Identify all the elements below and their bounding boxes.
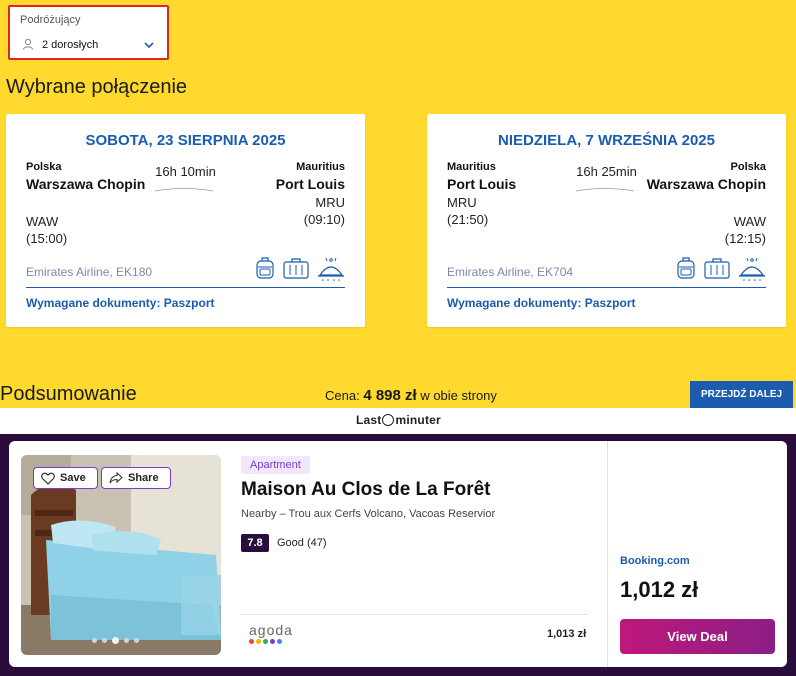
- meal-icon: [739, 257, 765, 281]
- price-line: Cena: 4 898 zł w obie strony: [325, 387, 497, 404]
- required-documents: Wymagane dokumenty: Paszport: [26, 296, 215, 310]
- photo-carousel-dots[interactable]: [92, 637, 139, 644]
- flight-card-return: NIEDZIELA, 7 WRZEŚNIA 2025 Mauritius Por…: [427, 114, 786, 327]
- booking-price: 1,012 zł: [620, 577, 699, 602]
- duration-arc: [154, 188, 214, 192]
- user-icon: [23, 38, 33, 50]
- carousel-dot[interactable]: [92, 638, 97, 643]
- agoda-price[interactable]: 1,013 zł: [547, 628, 586, 640]
- destination-code: MRU: [315, 195, 345, 210]
- booking-provider: Booking.com: [620, 555, 690, 567]
- suitcase-icon: [283, 258, 309, 279]
- view-deal-button[interactable]: View Deal: [620, 619, 775, 654]
- required-documents: Wymagane dokumenty: Paszport: [447, 296, 636, 310]
- travellers-label: Podróżujący: [20, 14, 81, 26]
- rating-text: Good (47): [277, 537, 327, 549]
- save-button[interactable]: Save: [33, 467, 98, 489]
- nearby-landmarks: Nearby – Trou aux Cerfs Volcano, Vacoas …: [241, 508, 496, 520]
- flight-card-outbound: SOBOTA, 23 SIERPNIA 2025 Polska Warszawa…: [6, 114, 365, 327]
- suitcase-icon: [704, 258, 730, 279]
- lastminute-logo[interactable]: Last minuter: [356, 413, 441, 427]
- carousel-dot[interactable]: [124, 638, 129, 643]
- price-suffix: w obie strony: [416, 388, 497, 403]
- travellers-value: 2 dorosłych: [42, 39, 99, 51]
- card-divider: [26, 287, 345, 288]
- ad-divider: [241, 614, 588, 615]
- heart-icon: [41, 472, 55, 485]
- carousel-dot[interactable]: [134, 638, 139, 643]
- price-amount: 4 898 zł: [363, 387, 417, 404]
- origin-code: WAW: [26, 214, 59, 229]
- carousel-dot-active[interactable]: [112, 637, 119, 644]
- flight-date: NIEDZIELA, 7 WRZEŚNIA 2025: [498, 132, 715, 149]
- summary-title: Podsumowanie: [0, 383, 137, 405]
- carousel-dot[interactable]: [102, 638, 107, 643]
- origin-code: MRU: [447, 195, 477, 210]
- chevron-down-icon: [144, 42, 154, 49]
- hotel-name[interactable]: Maison Au Clos de La Forêt: [241, 479, 491, 501]
- share-button[interactable]: Share: [101, 467, 171, 489]
- destination-country: Mauritius: [296, 161, 345, 173]
- next-button[interactable]: PRZEJDŹ DALEJ: [690, 381, 793, 408]
- destination-code: WAW: [733, 214, 766, 229]
- arrival-time: (09:10): [303, 212, 345, 227]
- share-icon: [109, 472, 123, 484]
- destination-city: Port Louis: [275, 176, 345, 192]
- departure-time: (15:00): [26, 231, 68, 246]
- backpack-icon: [256, 257, 274, 279]
- airline-flight-number: Emirates Airline, EK704: [447, 265, 574, 279]
- selected-connection-title: Wybrane połączenie: [6, 76, 188, 98]
- flight-date: SOBOTA, 23 SIERPNIA 2025: [85, 132, 286, 149]
- card-divider: [447, 287, 766, 288]
- destination-country: Polska: [730, 161, 766, 173]
- arrival-time: (12:15): [724, 231, 766, 246]
- clock-icon: [382, 414, 395, 426]
- airline-flight-number: Emirates Airline, EK180: [26, 265, 153, 279]
- travellers-selector[interactable]: Podróżujący 2 dorosłych: [8, 5, 169, 60]
- price-label: Cena:: [325, 388, 360, 403]
- destination-city: Warszawa Chopin: [646, 176, 766, 192]
- departure-time: (21:50): [447, 212, 489, 227]
- agoda-color-dots: [249, 639, 293, 644]
- property-type-badge: Apartment: [241, 456, 310, 474]
- backpack-icon: [677, 257, 695, 279]
- rating-score: 7.8: [241, 534, 269, 552]
- agoda-logo[interactable]: agoda: [249, 622, 293, 644]
- ad-vertical-divider: [607, 441, 608, 667]
- meal-icon: [318, 257, 344, 281]
- duration-arc: [575, 188, 635, 192]
